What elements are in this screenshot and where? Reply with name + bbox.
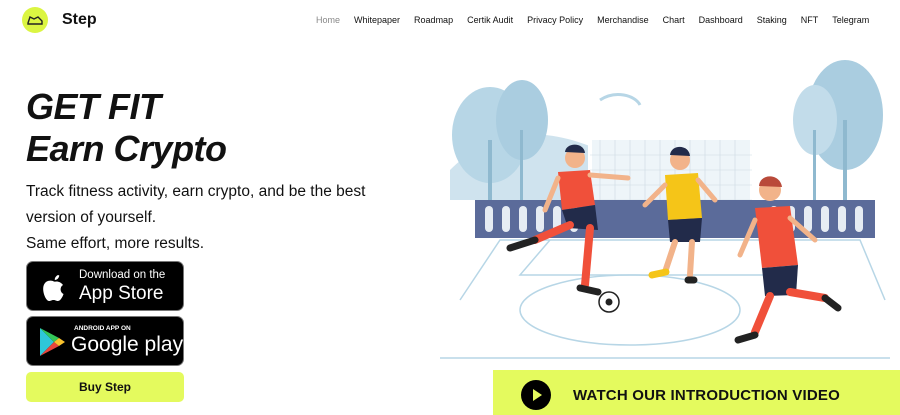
nav-link-dashboard[interactable]: Dashboard: [699, 15, 743, 25]
watch-video-label: WATCH OUR INTRODUCTION VIDEO: [573, 387, 840, 404]
soccer-players-illustration: [440, 60, 890, 365]
hero-subtitle-line1: Track fitness activity, earn crypto, and…: [26, 183, 366, 200]
nav-link-whitepaper[interactable]: Whitepaper: [354, 15, 400, 25]
google-play-icon: [37, 326, 67, 363]
hero-title-line2: Earn Crypto: [26, 128, 227, 169]
nav-link-merchandise[interactable]: Merchandise: [597, 15, 649, 25]
hero-subtitle-line3: Same effort, more results.: [26, 235, 205, 252]
nav-link-certik-audit[interactable]: Certik Audit: [467, 15, 513, 25]
google-play-badge[interactable]: ANDROID APP ON Google play: [26, 316, 184, 366]
app-store-big-text: App Store: [79, 283, 164, 304]
watch-video-button[interactable]: WATCH OUR INTRODUCTION VIDEO: [493, 370, 900, 415]
app-store-badge[interactable]: Download on the App Store: [26, 261, 184, 311]
nav-link-roadmap[interactable]: Roadmap: [414, 15, 453, 25]
apple-icon: [37, 269, 69, 310]
hero-subtitle-line2: version of yourself.: [26, 209, 157, 226]
nav-link-privacy-policy[interactable]: Privacy Policy: [527, 15, 583, 25]
nav-link-telegram[interactable]: Telegram: [832, 15, 869, 25]
nav-link-nft[interactable]: NFT: [801, 15, 819, 25]
hero-title-line1: GET FIT: [26, 86, 161, 127]
nav-link-chart[interactable]: Chart: [663, 15, 685, 25]
app-store-small-text: Download on the: [79, 269, 166, 281]
nav-link-staking[interactable]: Staking: [757, 15, 787, 25]
step-logo-icon[interactable]: [22, 7, 48, 33]
google-play-big-text: Google play: [71, 333, 184, 356]
nav-menu: Home Whitepaper Roadmap Certik Audit Pri…: [316, 15, 883, 25]
buy-step-button[interactable]: Buy Step: [26, 372, 184, 402]
play-icon: [521, 380, 551, 410]
top-navbar: Step Home Whitepaper Roadmap Certik Audi…: [0, 0, 900, 40]
nav-link-home[interactable]: Home: [316, 15, 340, 25]
brand-name[interactable]: Step: [62, 11, 97, 29]
google-play-small-text: ANDROID APP ON: [74, 325, 131, 332]
